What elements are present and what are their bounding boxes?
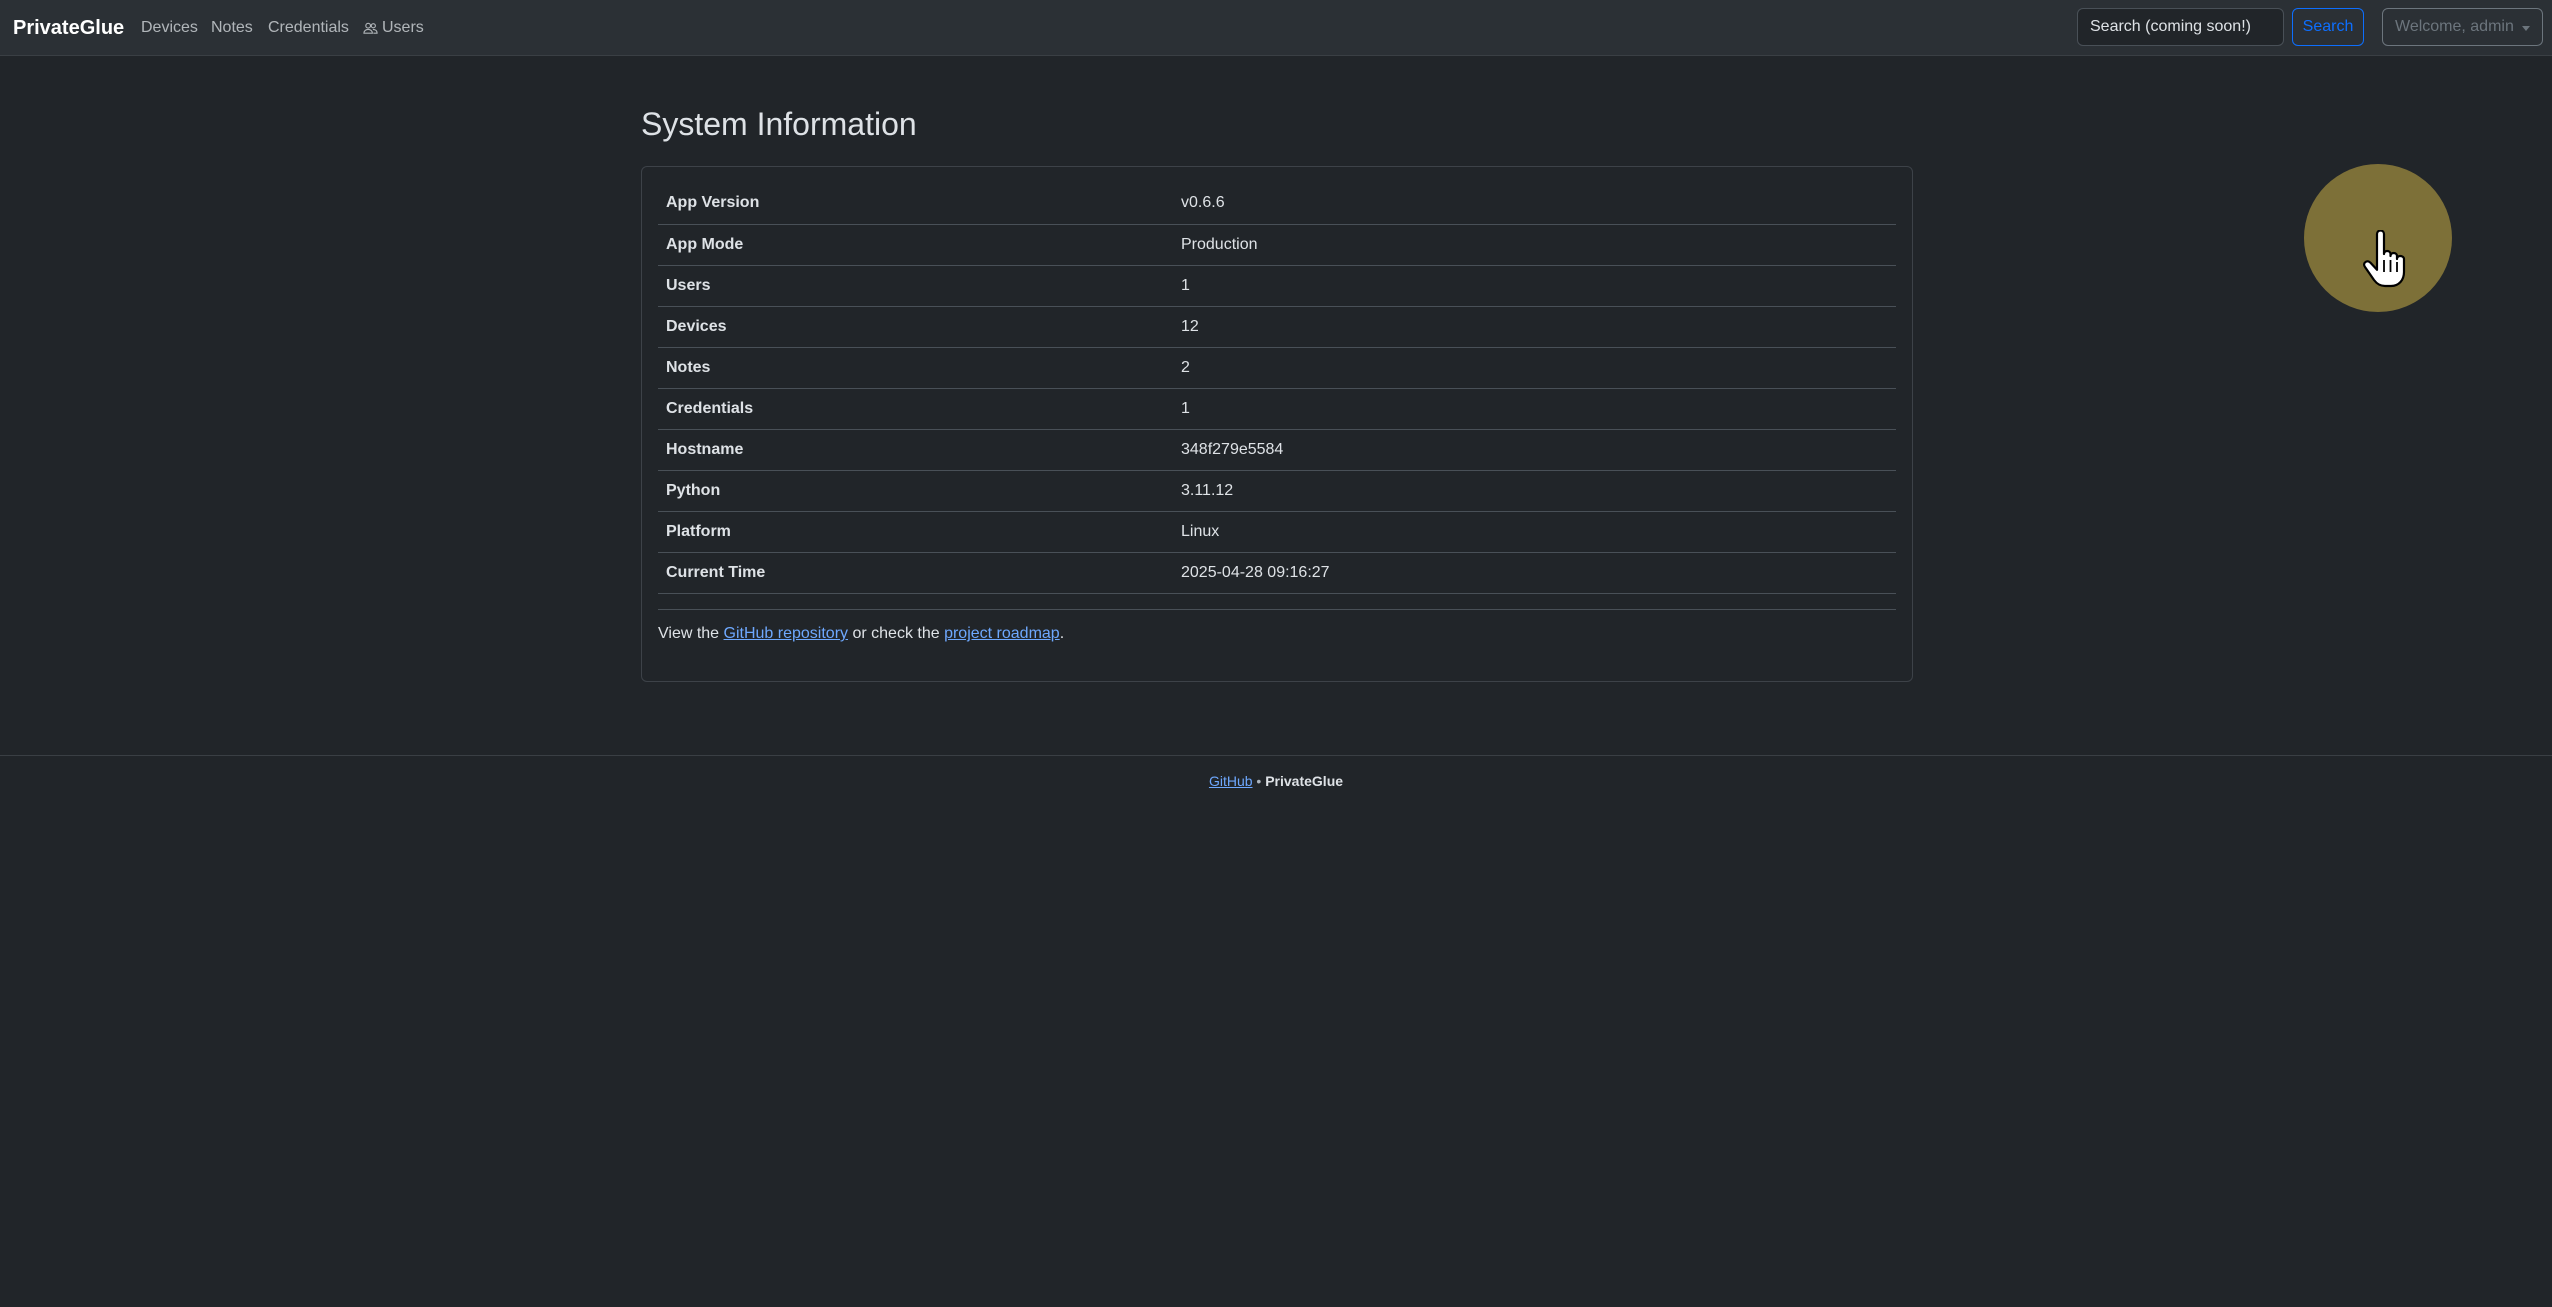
search-button[interactable]: Search: [2292, 8, 2364, 46]
nav-credentials[interactable]: Credentials: [268, 16, 349, 40]
system-info-table: App Version v0.6.6 App Mode Production U…: [658, 183, 1896, 594]
row-value: Production: [1181, 235, 1258, 253]
table-row: App Mode Production: [658, 224, 1896, 265]
row-key: Users: [666, 276, 711, 294]
footer-separator: •: [1252, 773, 1266, 789]
row-key: Devices: [666, 317, 727, 335]
search-input[interactable]: [2077, 8, 2284, 46]
note-suffix: .: [1059, 625, 1065, 642]
footer-github-link[interactable]: GitHub: [1209, 773, 1253, 789]
footer-line: GitHub • PrivateGlue: [0, 773, 2552, 789]
row-value: 3.11.12: [1181, 481, 1234, 499]
row-value: v0.6.6: [1181, 194, 1225, 212]
row-value: 1: [1181, 399, 1190, 417]
row-key: Notes: [666, 358, 711, 376]
nav-users-label: Users: [382, 19, 424, 36]
row-value: 2: [1181, 358, 1190, 376]
user-menu-label: Welcome, admin: [2395, 18, 2514, 35]
row-key: Credentials: [666, 399, 754, 417]
table-row: Python 3.11.12: [658, 470, 1896, 511]
table-row: Devices 12: [658, 306, 1896, 347]
nav-users[interactable]: Users: [363, 16, 424, 40]
repository-note: View the GitHub repository or check the …: [658, 622, 1064, 646]
system-info-card: App Version v0.6.6 App Mode Production U…: [641, 166, 1913, 682]
user-menu-dropdown[interactable]: Welcome, admin: [2382, 8, 2543, 46]
row-value: 348f279e5584: [1181, 440, 1284, 458]
top-navbar: PrivateGlue Devices Notes Credentials Us…: [0, 0, 2552, 56]
nav-notes[interactable]: Notes: [211, 16, 253, 40]
page-title: System Information: [641, 106, 917, 142]
footer-brand: PrivateGlue: [1265, 773, 1344, 789]
table-row: Credentials 1: [658, 388, 1896, 429]
people-icon: [363, 22, 378, 34]
github-repository-link[interactable]: GitHub repository: [724, 625, 849, 642]
chevron-down-icon: [2521, 25, 2530, 31]
row-key: Current Time: [666, 563, 766, 581]
brand-logo[interactable]: PrivateGlue: [13, 14, 124, 42]
row-key: Hostname: [666, 440, 744, 458]
nav-devices[interactable]: Devices: [141, 16, 198, 40]
row-value: Linux: [1181, 522, 1220, 540]
row-key: Python: [666, 481, 721, 499]
hand-pointer-icon: [2363, 230, 2406, 288]
row-value: 12: [1181, 317, 1199, 335]
project-roadmap-link[interactable]: project roadmap: [944, 625, 1060, 642]
note-middle: or check the: [848, 625, 945, 642]
table-row: Notes 2: [658, 347, 1896, 388]
note-prefix: View the: [658, 625, 724, 642]
row-key: App Version: [666, 194, 760, 212]
table-row: App Version v0.6.6: [658, 183, 1896, 224]
table-row: Platform Linux: [658, 511, 1896, 552]
table-row: Users 1: [658, 265, 1896, 306]
row-key: Platform: [666, 522, 731, 540]
page-footer: GitHub • PrivateGlue: [0, 755, 2552, 815]
divider: [658, 609, 1896, 610]
row-key: App Mode: [666, 235, 744, 253]
row-value: 2025-04-28 09:16:27: [1181, 563, 1330, 581]
row-value: 1: [1181, 276, 1190, 294]
table-row: Current Time 2025-04-28 09:16:27: [658, 552, 1896, 593]
table-row: Hostname 348f279e5584: [658, 429, 1896, 470]
